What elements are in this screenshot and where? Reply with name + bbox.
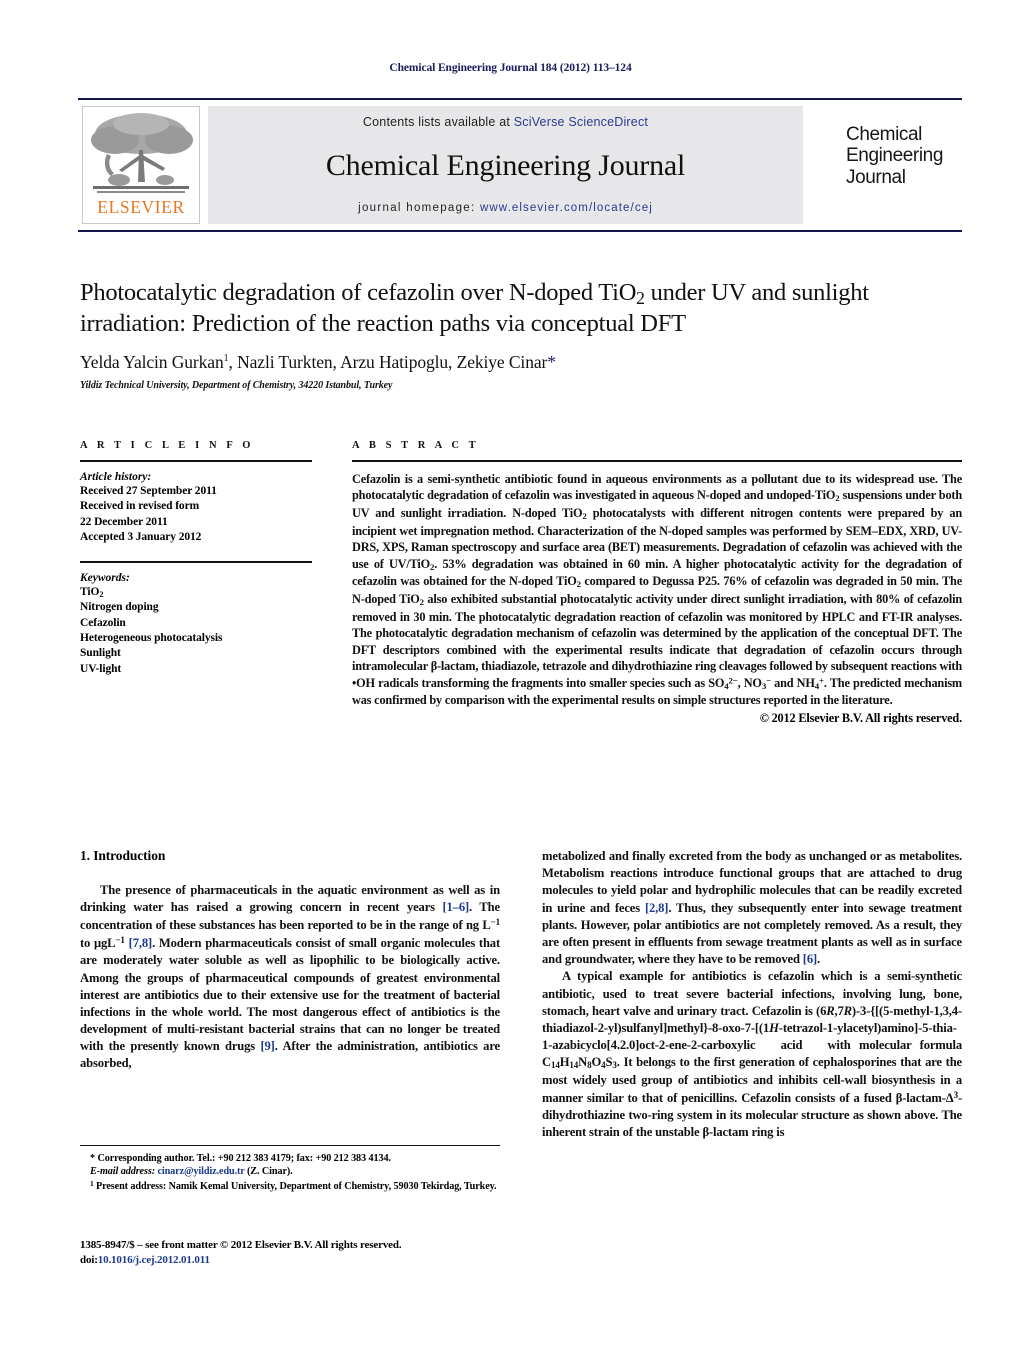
footnote-corresponding-author: * Corresponding author. Tel.: +90 212 38…	[90, 1153, 391, 1164]
contents-prefix: Contents lists available at	[362, 115, 514, 129]
author-list: Yelda Yalcin Gurkan1, Nazli Turkten, Arz…	[80, 352, 556, 373]
footnote-present-address: 1 Present address: Namik Kemal Universit…	[90, 1178, 497, 1192]
abstract-column: A B S T R A C T Cefazolin is a semi-synt…	[352, 440, 962, 726]
keyword-item: Nitrogen doping	[80, 601, 159, 614]
section-heading-introduction: 1. Introduction	[80, 848, 166, 863]
body-paragraph: metabolized and finally excreted from th…	[542, 849, 962, 967]
sciencedirect-banner: Contents lists available at SciVerse Sci…	[208, 106, 803, 224]
running-head: Chemical Engineering Journal 184 (2012) …	[389, 62, 632, 74]
abstract-text: Cefazolin is a semi-synthetic antibiotic…	[352, 472, 962, 708]
elsevier-tree-icon	[91, 113, 193, 193]
imprint-block: 1385-8947/$ – see front matter © 2012 El…	[80, 1238, 510, 1268]
journal-homepage-link[interactable]: www.elsevier.com/locate/cej	[480, 202, 653, 214]
journal-cover-thumbnail: Chemical Engineering Journal	[844, 106, 962, 224]
history-item: Accepted 3 January 2012	[80, 530, 202, 543]
email-owner: (Z. Cinar).	[247, 1166, 293, 1178]
contents-available-line: Contents lists available at SciVerse Sci…	[363, 115, 648, 129]
journal-homepage-line: journal homepage: www.elsevier.com/locat…	[358, 202, 653, 214]
affiliation: Yildiz Technical University, Department …	[80, 380, 393, 392]
body-column-left: 1. Introduction The presence of pharmace…	[80, 848, 500, 1073]
body-column-right: metabolized and finally excreted from th…	[542, 848, 962, 1141]
keywords-label: Keywords:	[80, 572, 130, 585]
journal-title: Chemical Engineering Journal	[325, 148, 686, 182]
journal-article-page: Chemical Engineering Journal 184 (2012) …	[0, 0, 1021, 1351]
elsevier-wordmark: ELSEVIER	[97, 197, 185, 217]
journal-masthead: ELSEVIER Contents lists available at Sci…	[78, 98, 962, 232]
footnote-email: E-mail address: cinarz@yildiz.edu.tr (Z.…	[80, 1165, 500, 1178]
homepage-prefix: journal homepage:	[358, 202, 480, 214]
email-link[interactable]: cinarz@yildiz.edu.tr	[157, 1166, 244, 1177]
cover-title-line-1: Chemical	[846, 124, 922, 145]
title-block: Photocatalytic degradation of cefazolin …	[80, 278, 962, 391]
divider	[352, 460, 962, 462]
keyword-item: Cefazolin	[80, 616, 126, 629]
divider	[80, 460, 312, 462]
abstract-copyright: © 2012 Elsevier B.V. All rights reserved…	[759, 710, 962, 725]
cover-title-line-2: Engineering	[846, 145, 944, 167]
divider	[80, 561, 312, 564]
email-label: E-mail address:	[90, 1166, 156, 1178]
issn-copyright-line: 1385-8947/$ – see front matter © 2012 El…	[80, 1239, 402, 1251]
abstract-heading: A B S T R A C T	[352, 440, 480, 451]
body-paragraph: The presence of pharmaceuticals in the a…	[80, 883, 500, 1071]
keyword-item: Sunlight	[80, 647, 121, 660]
elsevier-logo: ELSEVIER	[82, 106, 200, 224]
keyword-item: UV-light	[80, 662, 122, 675]
history-item: Received in revised form	[80, 500, 200, 513]
footnote-block: * Corresponding author. Tel.: +90 212 38…	[80, 1145, 500, 1193]
doi-line: doi:10.1016/j.cej.2012.01.011	[80, 1253, 510, 1268]
history-item: Received 27 September 2011	[80, 485, 217, 497]
body-paragraph: A typical example for antibiotics is cef…	[542, 969, 962, 1139]
doi-link[interactable]: 10.1016/j.cej.2012.01.011	[98, 1254, 210, 1266]
article-info-heading: A R T I C L E I N F O	[80, 440, 255, 451]
keyword-item: Heterogeneous photocatalysis	[80, 631, 223, 644]
keyword-item: TiO2	[80, 586, 104, 599]
article-history-label: Article history:	[80, 471, 152, 483]
article-title: Photocatalytic degradation of cefazolin …	[80, 279, 869, 338]
cover-title-line-3: Journal	[846, 166, 906, 188]
history-item: 22 December 2011	[80, 515, 168, 528]
journal-cover-title: Chemical Engineering Journal	[846, 124, 943, 188]
doi-label: doi:	[80, 1253, 98, 1266]
sciencedirect-link[interactable]: SciVerse ScienceDirect	[514, 115, 648, 129]
article-info-column: A R T I C L E I N F O Article history: R…	[80, 440, 312, 677]
